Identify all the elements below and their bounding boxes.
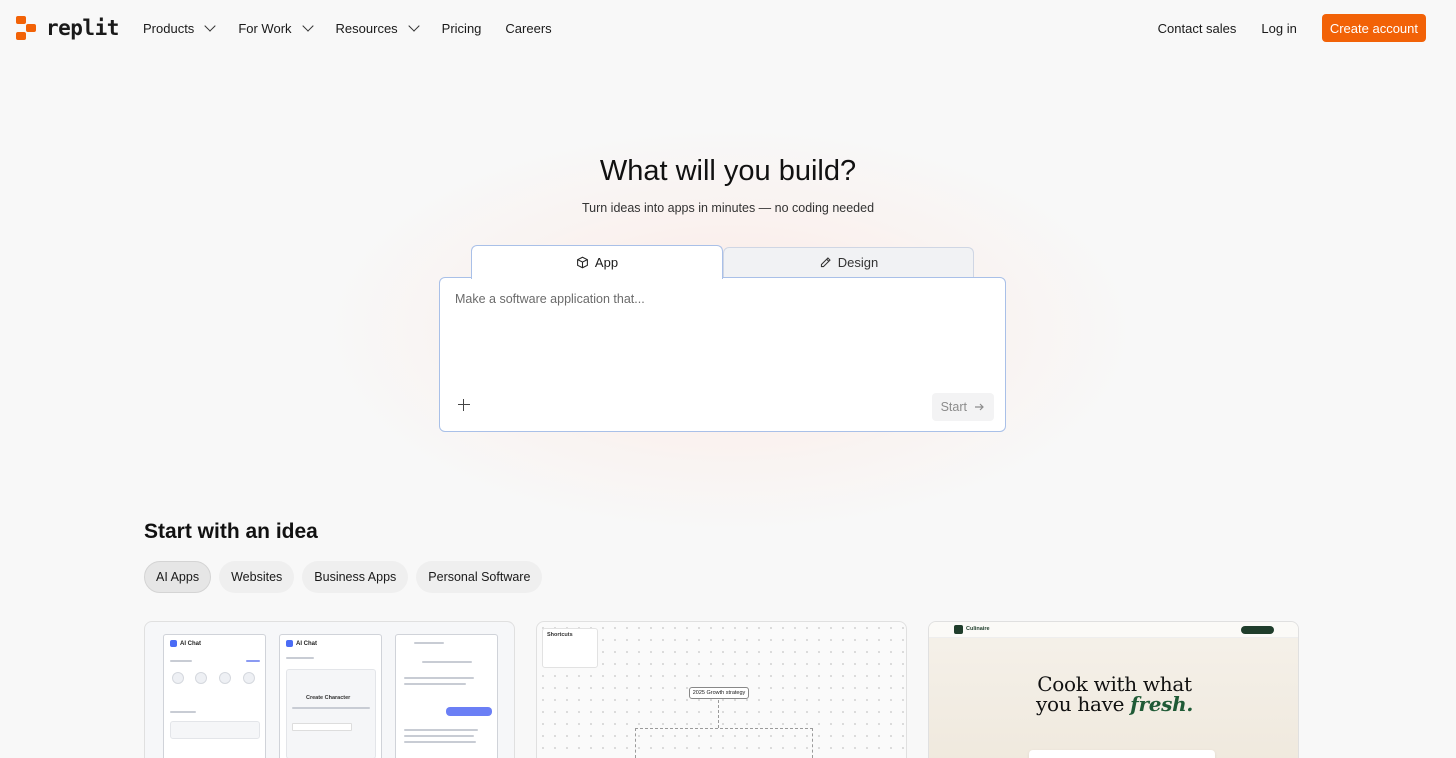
login-link[interactable]: Log in (1261, 21, 1296, 36)
avatar (195, 672, 207, 684)
chat-bubble (446, 707, 492, 716)
cube-icon (577, 256, 588, 269)
nav-item-label: Products (143, 20, 195, 36)
idea-card-whiteboard[interactable]: Shortcuts 2025 Growth strategy (536, 621, 907, 758)
tab-label: App (594, 255, 619, 270)
tab-design[interactable]: Design (723, 247, 974, 277)
chip-business-apps[interactable]: Business Apps (302, 561, 409, 593)
idea-category-chips: AI Apps Websites Business Apps Personal … (144, 561, 543, 593)
connector (635, 728, 813, 758)
preview-line (414, 642, 444, 644)
start-button[interactable]: Start (931, 393, 994, 421)
headline-line-2: you have fresh. (929, 692, 1298, 716)
app-logo-icon (170, 640, 177, 647)
start-label: Start (940, 400, 967, 414)
preview-line (404, 735, 474, 737)
logo-text: replit (46, 16, 119, 40)
site-logo-text: Culinaire (966, 626, 990, 632)
prompt-input[interactable] (455, 292, 985, 382)
chevron-down-icon (408, 20, 420, 32)
create-account-button[interactable]: Create account (1321, 14, 1426, 42)
preview-title: AI Chat (296, 640, 317, 647)
replit-logo[interactable]: replit (16, 16, 119, 40)
preview-title: AI Chat (180, 640, 201, 647)
arrow-right-icon (975, 403, 984, 411)
chip-personal-software[interactable]: Personal Software (416, 561, 543, 593)
preview-line (170, 711, 196, 713)
app-logo-icon (286, 640, 293, 647)
tab-label: Design (837, 255, 879, 270)
nav-item-careers[interactable]: Careers (505, 21, 551, 36)
preview-line (404, 683, 466, 685)
chip-websites[interactable]: Websites (219, 561, 295, 593)
chip-ai-apps[interactable]: AI Apps (144, 561, 212, 593)
nav-item-pricing[interactable]: Pricing (442, 21, 482, 36)
headline-emphasis: fresh. (1130, 692, 1194, 716)
preview-navbar: Culinaire (929, 622, 1298, 638)
preview-screen: AI Chat Create Character (279, 634, 382, 758)
preview-screen (395, 634, 498, 758)
preview-line (404, 729, 478, 731)
top-nav: replit Products For Work Resources Prici… (0, 0, 1456, 56)
preview-cta (1241, 626, 1274, 634)
account-nav: Contact sales Log in Create account (1158, 14, 1426, 42)
contact-sales-link[interactable]: Contact sales (1158, 21, 1237, 36)
headline-line-1: Cook with what (1037, 672, 1192, 696)
preview-line (246, 660, 260, 662)
preview-line (404, 741, 476, 743)
nav-item-label: Pricing (441, 20, 482, 36)
site-logo-icon (954, 625, 963, 634)
idea-card-recipe[interactable]: Culinaire Cook with what you have fresh. (928, 621, 1299, 758)
create-character-title: Create Character (306, 695, 351, 701)
ideas-title: Start with an idea (144, 520, 318, 543)
hero-title: What will you build? (599, 155, 857, 187)
preview-screen: AI Chat (163, 634, 266, 758)
avatar (243, 672, 255, 684)
prompt-box: Start (439, 277, 1006, 432)
connector (718, 700, 719, 728)
nav-item-label: Careers (505, 20, 552, 36)
recent-chat-card (170, 721, 260, 739)
preview-header: AI Chat (170, 640, 201, 647)
nav-item-for-work[interactable]: For Work (238, 20, 314, 36)
preview-line (422, 661, 472, 663)
preview-line (404, 677, 474, 679)
replit-logo-icon (16, 16, 38, 40)
preview-line (292, 707, 370, 709)
chevron-down-icon (301, 20, 314, 32)
pen-icon (820, 257, 831, 268)
hero-subtitle: Turn ideas into apps in minutes — no cod… (581, 201, 875, 215)
preview-search-box (1029, 750, 1215, 758)
preview-line (286, 657, 314, 659)
avatar (219, 672, 231, 684)
nav-item-label: For Work (238, 20, 292, 36)
tab-app[interactable]: App (471, 245, 723, 279)
shortcuts-panel: Shortcuts (542, 628, 598, 668)
preview-line (170, 660, 192, 662)
idea-card-ai-chat[interactable]: AI Chat AI Chat Create Character (144, 621, 515, 758)
shortcuts-title: Shortcuts (547, 632, 573, 638)
avatar (172, 672, 184, 684)
nav-item-resources[interactable]: Resources (335, 20, 420, 36)
headline-text: you have (1035, 692, 1125, 716)
create-character-card (286, 669, 376, 758)
main-nav: Products For Work Resources Pricing Care… (143, 0, 576, 56)
nav-item-products[interactable]: Products (143, 20, 216, 36)
nav-item-label: Resources (335, 20, 398, 36)
attach-plus-icon[interactable] (457, 398, 471, 412)
chevron-down-icon (204, 20, 216, 32)
strategy-node: 2025 Growth strategy (689, 687, 749, 699)
preview-header: AI Chat (286, 640, 317, 647)
preview-input (292, 723, 352, 731)
recipe-headline: Cook with what you have fresh. (929, 672, 1298, 716)
